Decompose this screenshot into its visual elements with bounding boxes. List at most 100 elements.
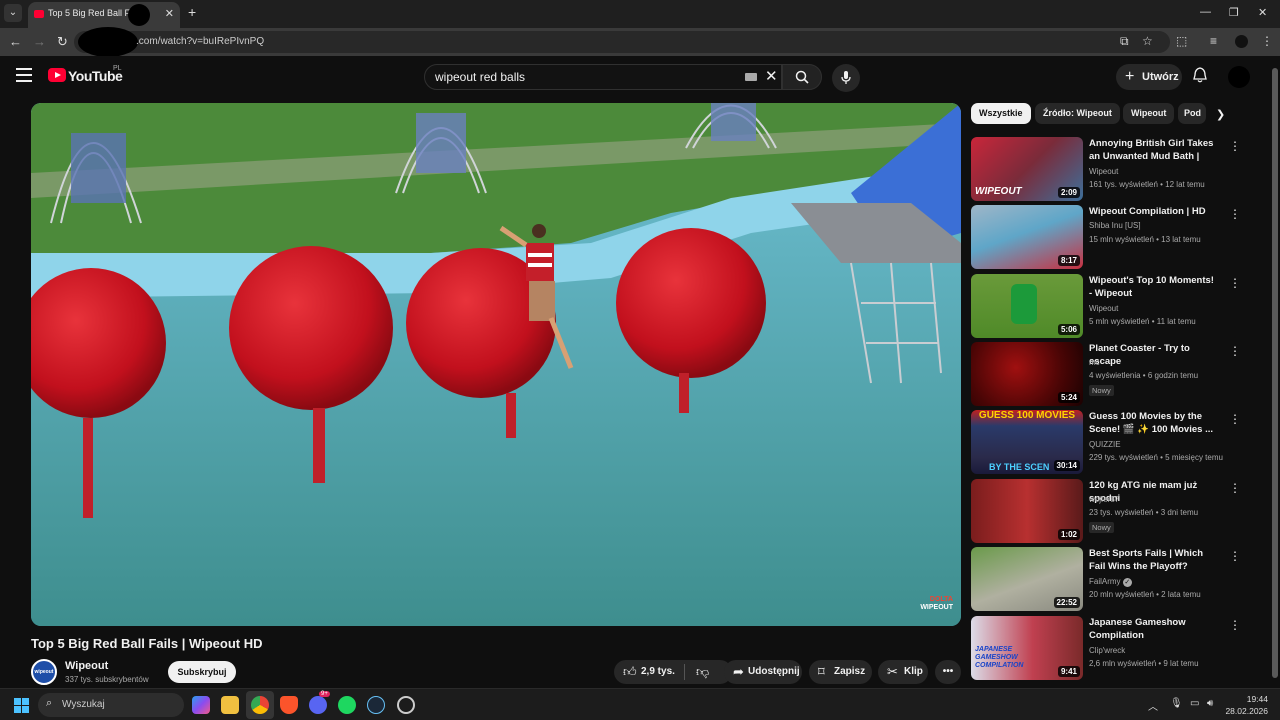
clock-date[interactable]: 28.02.2026 — [1222, 706, 1268, 716]
rec-thumbnail[interactable]: 8:17 — [971, 205, 1083, 269]
rec-channel[interactable]: Wipeout — [1089, 167, 1118, 176]
browser-tab[interactable]: Top 5 Big Red Ball Fails ✕ — [28, 2, 180, 28]
account-avatar[interactable] — [1228, 66, 1250, 88]
clear-search-icon[interactable]: ✕ — [765, 67, 778, 85]
profile-avatar[interactable] — [1235, 35, 1248, 48]
rec-thumbnail[interactable]: 5:24 — [971, 342, 1083, 406]
notifications-bell-icon[interactable] — [1193, 67, 1207, 87]
reload-icon[interactable]: ↻ — [57, 34, 68, 50]
chip-all[interactable]: Wszystkie — [971, 103, 1031, 124]
rec-title[interactable]: Wipeout's Top 10 Moments! - Wipeout — [1089, 274, 1219, 300]
like-button[interactable]: 👍︎ 2,9 tys. — [614, 660, 684, 684]
close-window-icon[interactable]: ✕ — [1258, 6, 1267, 19]
taskbar-search[interactable]: ⌕ Wyszukaj — [38, 693, 184, 717]
channel-avatar[interactable]: wipeout — [31, 659, 57, 685]
windows-start-icon[interactable] — [14, 698, 29, 713]
restore-icon[interactable]: ❐ — [1229, 6, 1239, 19]
rec-item[interactable]: 22:52 Best Sports Fails | Which Fail Win… — [971, 547, 1251, 611]
brave-icon[interactable] — [280, 696, 298, 714]
rec-title[interactable]: Japanese Gameshow Compilation — [1089, 616, 1219, 642]
more-vertical-icon[interactable]: ⋮ — [1229, 618, 1241, 632]
microphone-tray-icon[interactable]: 🎙︎ — [1170, 698, 1183, 709]
rec-item[interactable]: 5:06 Wipeout's Top 10 Moments! - Wipeout… — [971, 274, 1251, 338]
rec-item[interactable]: 1:02 120 kg ATG nie mam już spodni wojfe… — [971, 479, 1251, 543]
rec-channel[interactable]: FailArmy ✓ — [1089, 577, 1132, 587]
more-vertical-icon[interactable]: ⋮ — [1229, 276, 1241, 290]
discord-icon[interactable]: 9+ — [309, 691, 330, 714]
search-input[interactable]: wipeout red balls ✕ — [424, 64, 782, 90]
more-actions-button[interactable]: ••• — [935, 660, 961, 684]
steam-icon[interactable] — [367, 696, 385, 714]
more-vertical-icon[interactable]: ⋮ — [1229, 412, 1241, 426]
forward-icon[interactable]: → — [33, 34, 46, 49]
search-query-text[interactable]: wipeout red balls — [435, 70, 525, 84]
subscribe-button[interactable]: Subskrybuj — [168, 661, 236, 683]
new-tab-button[interactable]: + — [188, 4, 196, 20]
rec-title[interactable]: Guess 100 Movies by the Scene! 🎬 ✨ 100 M… — [1089, 410, 1219, 436]
rec-thumbnail[interactable]: 22:52 — [971, 547, 1083, 611]
clip-button[interactable]: ✂ Klip — [878, 660, 928, 684]
video-player[interactable]: DOLTA WIPEOUT — [31, 103, 961, 626]
chip-source-wipeout[interactable]: Źródło: Wipeout — [1035, 103, 1120, 124]
back-icon[interactable]: ← — [9, 34, 22, 49]
search-button[interactable] — [782, 64, 822, 90]
rec-item[interactable]: WIPEOUT 2:09 Annoying British Girl Takes… — [971, 137, 1251, 201]
page-scrollbar[interactable] — [1270, 56, 1280, 688]
browser-menu-icon[interactable]: ⋮ — [1261, 34, 1273, 48]
volume-icon[interactable]: 🔊︎ — [1207, 698, 1213, 709]
extensions-icon[interactable]: ⬚ — [1176, 34, 1187, 48]
voice-search-button[interactable] — [832, 64, 860, 92]
chevron-right-icon[interactable]: ❯ — [1216, 108, 1225, 121]
rec-item[interactable]: GUESS 100 MOVIES BY THE SCEN 30:14 Guess… — [971, 410, 1251, 474]
display-tray-icon[interactable]: ▭ — [1190, 698, 1199, 709]
rec-thumbnail[interactable]: WIPEOUT 2:09 — [971, 137, 1083, 201]
rec-channel[interactable]: QUIZZIE — [1089, 440, 1121, 449]
youtube-logo-icon[interactable] — [48, 68, 66, 82]
clock-time[interactable]: 19:44 — [1222, 694, 1268, 704]
create-button[interactable]: + Utwórz — [1116, 64, 1182, 90]
file-explorer-icon[interactable] — [221, 696, 239, 714]
more-vertical-icon[interactable]: ⋮ — [1229, 139, 1241, 153]
rec-title[interactable]: Planet Coaster - Try to escape — [1089, 342, 1219, 368]
minimize-icon[interactable]: — — [1200, 6, 1211, 18]
channel-name[interactable]: Wipeout — [65, 660, 108, 672]
rec-channel[interactable]: wojfer87 — [1089, 495, 1119, 504]
obs-icon[interactable] — [397, 696, 415, 714]
tray-chevron-icon[interactable]: ︿ — [1148, 698, 1158, 713]
chrome-icon[interactable] — [251, 696, 269, 714]
rec-channel[interactable]: Clip'wreck — [1089, 646, 1125, 655]
chip-wipeout[interactable]: Wipeout — [1123, 103, 1175, 124]
spotify-icon[interactable] — [338, 696, 356, 714]
more-vertical-icon[interactable]: ⋮ — [1229, 549, 1241, 563]
save-button[interactable]: ⌑ Zapisz — [809, 660, 872, 684]
rec-title[interactable]: Wipeout Compilation | HD — [1089, 205, 1219, 218]
rec-channel[interactable]: Shiba Inu [US] — [1089, 221, 1141, 230]
keyboard-icon[interactable] — [745, 73, 757, 81]
copilot-icon[interactable] — [192, 696, 210, 714]
rec-channel[interactable]: mc — [1089, 358, 1100, 367]
rec-thumbnail[interactable]: 5:06 — [971, 274, 1083, 338]
more-vertical-icon[interactable]: ⋮ — [1229, 207, 1241, 221]
bookmark-star-icon[interactable]: ☆ — [1142, 34, 1153, 48]
scrollbar-thumb[interactable] — [1272, 68, 1278, 678]
rec-thumbnail[interactable]: 1:02 — [971, 479, 1083, 543]
guide-menu-icon[interactable] — [16, 68, 32, 82]
share-button[interactable]: ➦ Udostępnij — [724, 660, 802, 684]
tab-search-dropdown[interactable]: ⌄ — [4, 4, 22, 22]
rec-item[interactable]: 5:24 Planet Coaster - Try to escape mc 4… — [971, 342, 1251, 406]
install-app-icon[interactable]: ⧉ — [1120, 34, 1129, 49]
more-vertical-icon[interactable]: ⋮ — [1229, 344, 1241, 358]
rec-thumbnail[interactable]: JAPANESE GAMESHOW COMPILATION 9:41 — [971, 616, 1083, 680]
rec-channel[interactable]: Wipeout — [1089, 304, 1118, 313]
media-control-icon[interactable]: ≡ — [1210, 34, 1217, 48]
rec-thumbnail[interactable]: GUESS 100 MOVIES BY THE SCEN 30:14 — [971, 410, 1083, 474]
rec-title[interactable]: Annoying British Girl Takes an Unwanted … — [1089, 137, 1219, 164]
rec-item[interactable]: JAPANESE GAMESHOW COMPILATION 9:41 Japan… — [971, 616, 1251, 680]
chip-pod[interactable]: Pod — [1178, 103, 1206, 124]
tab-close-icon[interactable]: ✕ — [165, 7, 174, 20]
share-label: Udostępnij — [748, 666, 800, 677]
address-bar[interactable]: .com/watch?v=buIRePIvnPQ — [74, 27, 1170, 57]
rec-item[interactable]: 8:17 Wipeout Compilation | HD Shiba Inu … — [971, 205, 1251, 269]
more-vertical-icon[interactable]: ⋮ — [1229, 481, 1241, 495]
rec-title[interactable]: Best Sports Fails | Which Fail Wins the … — [1089, 547, 1219, 573]
